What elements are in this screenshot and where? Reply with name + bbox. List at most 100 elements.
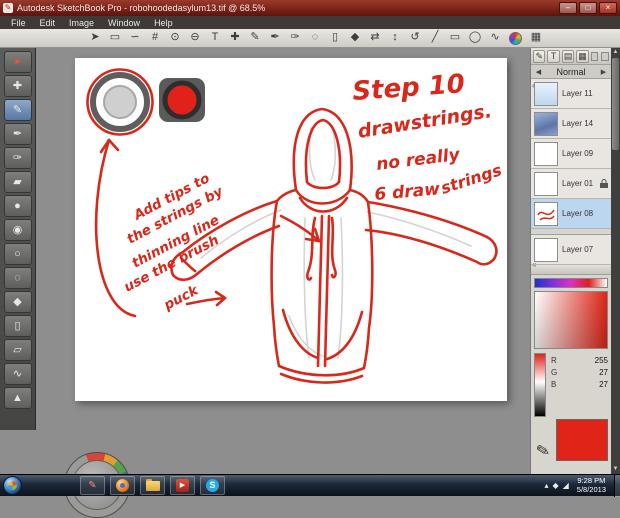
palette-marker-icon[interactable]: ✑	[3, 147, 32, 169]
minimize-button[interactable]: –	[559, 2, 577, 14]
layer-row[interactable]: Layer 11	[531, 79, 611, 109]
red-label: R	[551, 356, 557, 365]
symmetry-x-icon[interactable]: ⇄	[366, 30, 384, 46]
color-editor-header[interactable]	[531, 265, 611, 275]
network-icon[interactable]: ◢	[563, 481, 569, 490]
layer-row-selected[interactable]: Layer 08	[531, 199, 611, 229]
transform-icon[interactable]: ↺	[406, 30, 424, 46]
menu-window[interactable]: Window	[101, 18, 147, 28]
title-bar: ✎ Autodesk SketchBook Pro - robohoodedas…	[0, 0, 620, 16]
move-tool-icon[interactable]: ✚	[226, 30, 244, 46]
palette-smear-icon[interactable]: ∿	[3, 363, 32, 385]
palette-chisel-icon[interactable]: ▰	[3, 171, 32, 193]
palette-fill-icon[interactable]: ◆	[3, 291, 32, 313]
layer-name: Layer 01	[562, 179, 594, 188]
vertical-scrollbar[interactable]: ▲ ▼	[611, 48, 620, 474]
panel-minimize-button[interactable]	[590, 51, 599, 61]
tray-expand-icon[interactable]: ▴	[544, 481, 548, 490]
airbrush-tool-icon[interactable]: ◌	[306, 30, 324, 46]
scrollbar-thumb[interactable]	[612, 58, 619, 150]
ellipse-tool-icon[interactable]: ◯	[466, 30, 484, 46]
line-tool-icon[interactable]: ╱	[426, 30, 444, 46]
taskbar-explorer-icon[interactable]	[140, 476, 165, 495]
palette-custom-brush-icon[interactable]: ▲	[3, 387, 32, 409]
palette-pencil-icon[interactable]: ✎	[3, 99, 32, 121]
taskbar-clock[interactable]: 9:28 PM 5/8/2013	[573, 476, 610, 494]
current-color-swatch[interactable]	[556, 419, 608, 461]
menu-image[interactable]: Image	[62, 18, 101, 28]
palette-eraser-hard-icon[interactable]: ▯	[3, 315, 32, 337]
layer-thumbnail[interactable]	[534, 201, 558, 226]
palette-eraser-soft-icon[interactable]: ▱	[3, 339, 32, 361]
select-tool-icon[interactable]: ➤	[86, 30, 104, 46]
lasso-icon[interactable]: ∽	[126, 30, 144, 46]
close-button[interactable]: ×	[599, 2, 617, 14]
maximize-button[interactable]: □	[579, 2, 597, 14]
firefox-glyph	[116, 479, 129, 492]
menu-edit[interactable]: Edit	[33, 18, 63, 28]
brush-palette-icon[interactable]: ✎	[533, 49, 546, 63]
hue-spectrum-bar[interactable]	[534, 278, 608, 288]
zoom-in-icon[interactable]: ⊙	[166, 30, 184, 46]
taskbar-skype-icon[interactable]: S	[200, 476, 225, 495]
marquee-select-icon[interactable]: ▭	[106, 30, 124, 46]
layer-editor-icon[interactable]: ▤	[561, 49, 575, 63]
rectangle-tool-icon[interactable]: ▭	[446, 30, 464, 46]
layer-row[interactable]: Layer 09	[531, 139, 611, 169]
taskbar-media-player-icon[interactable]: ▶	[170, 476, 195, 495]
palette-select-icon[interactable]: ➤	[3, 51, 32, 73]
layer-thumbnail[interactable]	[534, 237, 558, 262]
pen-tool-icon[interactable]: ✒	[266, 30, 284, 46]
layer-thumbnail[interactable]	[534, 111, 558, 136]
palette-brush-medium-icon[interactable]: ◉	[3, 219, 32, 241]
saturation-value-square[interactable]	[534, 291, 608, 349]
color-pencil-icon[interactable]: ✎	[532, 439, 554, 462]
text-editor-icon[interactable]: T	[547, 49, 560, 63]
layer-row[interactable]: Layer 07	[531, 235, 611, 265]
luminance-slider[interactable]	[534, 353, 546, 417]
color-wheel-icon[interactable]	[509, 31, 522, 45]
text-tool-icon[interactable]: T	[206, 30, 224, 46]
blend-next-icon[interactable]: ▶	[598, 68, 609, 76]
panel-close-button[interactable]	[601, 51, 609, 61]
layer-thumbnail[interactable]	[534, 171, 558, 196]
zoom-out-icon[interactable]: ⊖	[186, 30, 204, 46]
drawing-canvas[interactable]: Step 10 drawstrings. no really 6 draw st…	[75, 58, 507, 401]
palette-brush-small-icon[interactable]: ○	[3, 243, 32, 265]
taskbar-sketchbook-icon[interactable]: ✎	[80, 476, 105, 495]
eraser-tool-icon[interactable]: ▯	[326, 30, 344, 46]
skype-glyph: S	[206, 479, 219, 492]
layer-row[interactable]: Layer 01	[531, 169, 611, 199]
workspace: Step 10 drawstrings. no really 6 draw st…	[36, 48, 530, 518]
rgb-readout: R 255 G 27 B 27	[551, 353, 608, 417]
menu-file[interactable]: File	[4, 18, 33, 28]
marker-tool-icon[interactable]: ✑	[286, 30, 304, 46]
layer-thumbnail[interactable]	[534, 141, 558, 166]
taskbar-firefox-icon[interactable]	[110, 476, 135, 495]
fill-tool-icon[interactable]: ◆	[346, 30, 364, 46]
palette-move-icon[interactable]: ✚	[3, 75, 32, 97]
layer-thumbnail[interactable]	[534, 81, 558, 106]
menu-help[interactable]: Help	[147, 18, 180, 28]
symmetry-y-icon[interactable]: ↕	[386, 30, 404, 46]
scroll-up-icon[interactable]: ▲	[611, 48, 620, 57]
start-button[interactable]	[3, 476, 22, 495]
swatches-icon[interactable]: ▦	[576, 49, 589, 63]
scroll-down-icon[interactable]: ▼	[611, 465, 620, 474]
action-center-icon[interactable]: ◆	[552, 481, 558, 490]
curve-tool-icon[interactable]: ∿	[486, 30, 504, 46]
blend-mode-selector: ◀ Normal ▶	[531, 65, 611, 79]
palette-pen-icon[interactable]: ✒	[3, 123, 32, 145]
blue-label: B	[551, 380, 557, 389]
layer-row[interactable]: Layer 14	[531, 109, 611, 139]
palette-brush-large-icon[interactable]: ●	[3, 195, 32, 217]
palette-airbrush-icon[interactable]: ◌	[3, 267, 32, 289]
crop-icon[interactable]: #	[146, 30, 164, 46]
brush-library-icon[interactable]: ▦	[527, 30, 545, 46]
show-desktop-button[interactable]	[614, 474, 620, 497]
blend-mode-label[interactable]: Normal	[544, 67, 598, 77]
green-label: G	[551, 368, 558, 377]
blend-prev-icon[interactable]: ◀	[533, 68, 544, 76]
layer-name: Layer 09	[562, 149, 594, 158]
pencil-tool-icon[interactable]: ✎	[246, 30, 264, 46]
